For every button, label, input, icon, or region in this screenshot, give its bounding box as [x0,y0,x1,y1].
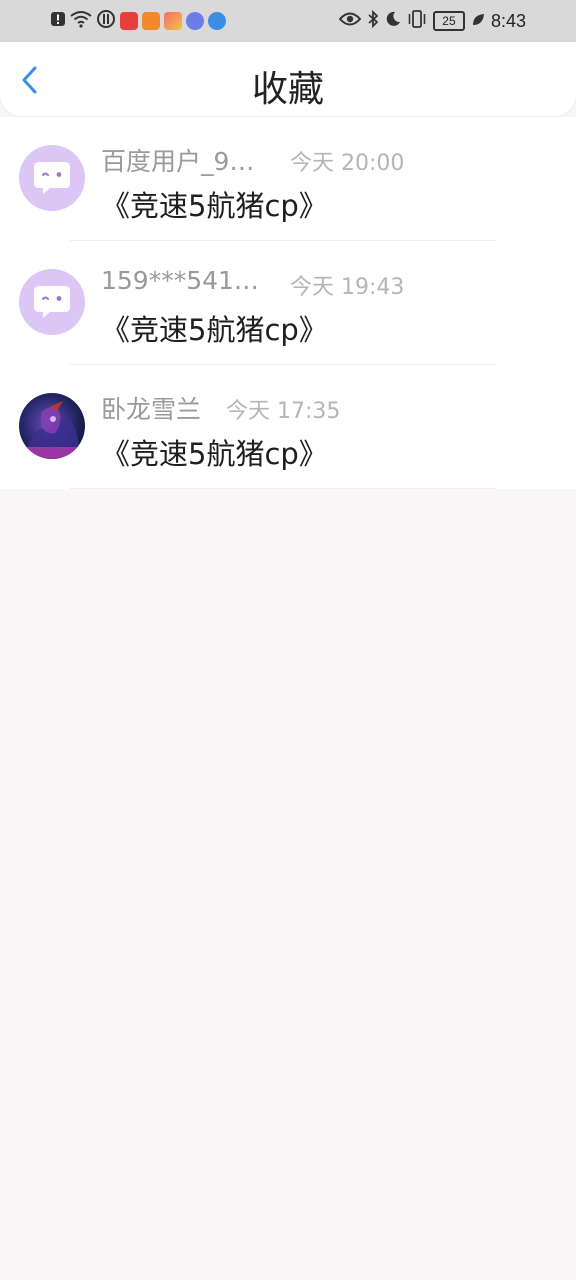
favorites-list: 百度用户_9… 今天 20:00 《竞速5航猪cp》 159***541… 今天… [0,117,576,489]
item-username: 159***541… [101,266,259,295]
avatar[interactable] [19,393,85,459]
video-app-icon [142,12,160,30]
list-item[interactable]: 卧龙雪兰 今天 17:35 《竞速5航猪cp》 [0,365,576,489]
item-timestamp: 今天 17:35 [226,399,341,424]
music-app-icon [186,12,204,30]
status-bar: 25 8:43 [0,0,576,42]
alert-icon [50,11,66,31]
item-title[interactable]: 《竞速5航猪cp》 [101,307,328,349]
browser-app-icon [208,12,226,30]
chat-bubble-icon [34,286,70,318]
page-title: 收藏 [251,69,324,110]
avatar[interactable] [19,269,85,335]
header: 收藏 [0,42,576,116]
status-time: 8:43 [490,10,526,31]
item-timestamp: 今天 20:00 [290,151,405,176]
eye-icon [338,11,362,31]
vibrate-icon [407,10,427,32]
battery-icon: 25 [432,11,465,31]
status-bar-right: 25 8:43 [338,9,526,32]
item-timestamp: 今天 19:43 [290,275,405,300]
wifi-icon [70,10,92,32]
item-username: 百度用户_9… [101,147,255,176]
list-item[interactable]: 159***541… 今天 19:43 《竞速5航猪cp》 [0,241,576,365]
moon-icon [385,11,401,31]
item-title[interactable]: 《竞速5航猪cp》 [101,183,328,225]
huawei-app-icon [120,12,138,30]
item-title[interactable]: 《竞速5航猪cp》 [101,431,328,473]
list-item[interactable]: 百度用户_9… 今天 20:00 《竞速5航猪cp》 [0,117,576,241]
bluetooth-icon [367,9,379,32]
data-saver-icon [96,9,116,33]
store-app-icon [164,12,182,30]
chat-bubble-icon [34,162,70,194]
avatar[interactable] [19,145,85,211]
leaf-icon [471,12,485,31]
status-bar-left [50,10,226,32]
item-username: 卧龙雪兰 [101,395,202,424]
divider [70,488,496,489]
photo-avatar-image [19,401,85,459]
